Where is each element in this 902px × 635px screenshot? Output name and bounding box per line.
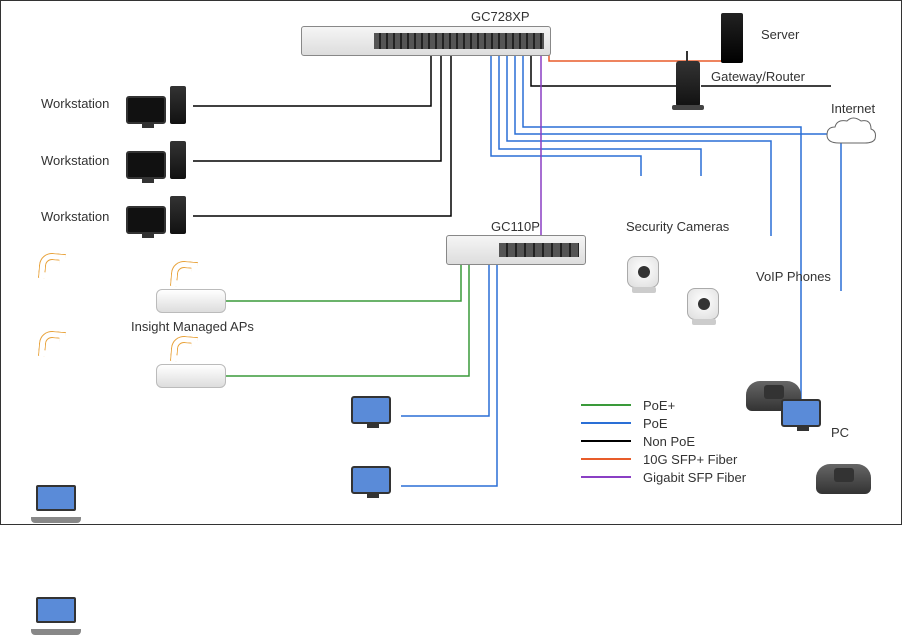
cameras-label: Security Cameras: [626, 219, 729, 234]
cloud-icon: [821, 115, 879, 149]
workstation-label-3: Workstation: [41, 209, 109, 224]
legend-non-poe: Non PoE: [581, 432, 746, 450]
switch-main-label: GC728XP: [471, 9, 530, 24]
laptop-2: [31, 597, 81, 631]
camera-1: [627, 256, 659, 288]
legend-label: PoE: [643, 416, 668, 431]
server-icon: [721, 13, 743, 63]
voip-2: [816, 464, 871, 494]
legend-label: 10G SFP+ Fiber: [643, 452, 737, 467]
voip-label: VoIP Phones: [756, 269, 831, 284]
switch-secondary: [446, 235, 586, 265]
workstation-label-1: Workstation: [41, 96, 109, 111]
switch-secondary-label: GC110P: [491, 219, 540, 234]
gateway-label: Gateway/Router: [711, 69, 805, 84]
gateway-icon: [676, 61, 700, 107]
legend-poe: PoE: [581, 414, 746, 432]
laptop-1: [31, 485, 81, 519]
ap-2: [156, 364, 226, 388]
workstation-3: [126, 196, 186, 234]
aps-label: Insight Managed APs: [131, 319, 254, 334]
pc-label: PC: [831, 425, 849, 440]
legend-label: Gigabit SFP Fiber: [643, 470, 746, 485]
legend-poe-plus: PoE+: [581, 396, 746, 414]
legend: PoE+ PoE Non PoE 10G SFP+ Fiber Gigabit …: [581, 396, 746, 486]
legend-gigabit-sfp: Gigabit SFP Fiber: [581, 468, 746, 486]
legend-label: Non PoE: [643, 434, 695, 449]
workstation-2: [126, 141, 186, 179]
legend-label: PoE+: [643, 398, 675, 413]
switch-main: [301, 26, 551, 56]
pc-1: [351, 396, 391, 424]
pc-2: [351, 466, 391, 494]
camera-2: [687, 288, 719, 320]
ap-1: [156, 289, 226, 313]
server-label: Server: [761, 27, 799, 42]
workstation-1: [126, 86, 186, 124]
pc-3: [781, 399, 821, 427]
legend-sfp-plus: 10G SFP+ Fiber: [581, 450, 746, 468]
internet-label: Internet: [831, 101, 875, 116]
workstation-label-2: Workstation: [41, 153, 109, 168]
